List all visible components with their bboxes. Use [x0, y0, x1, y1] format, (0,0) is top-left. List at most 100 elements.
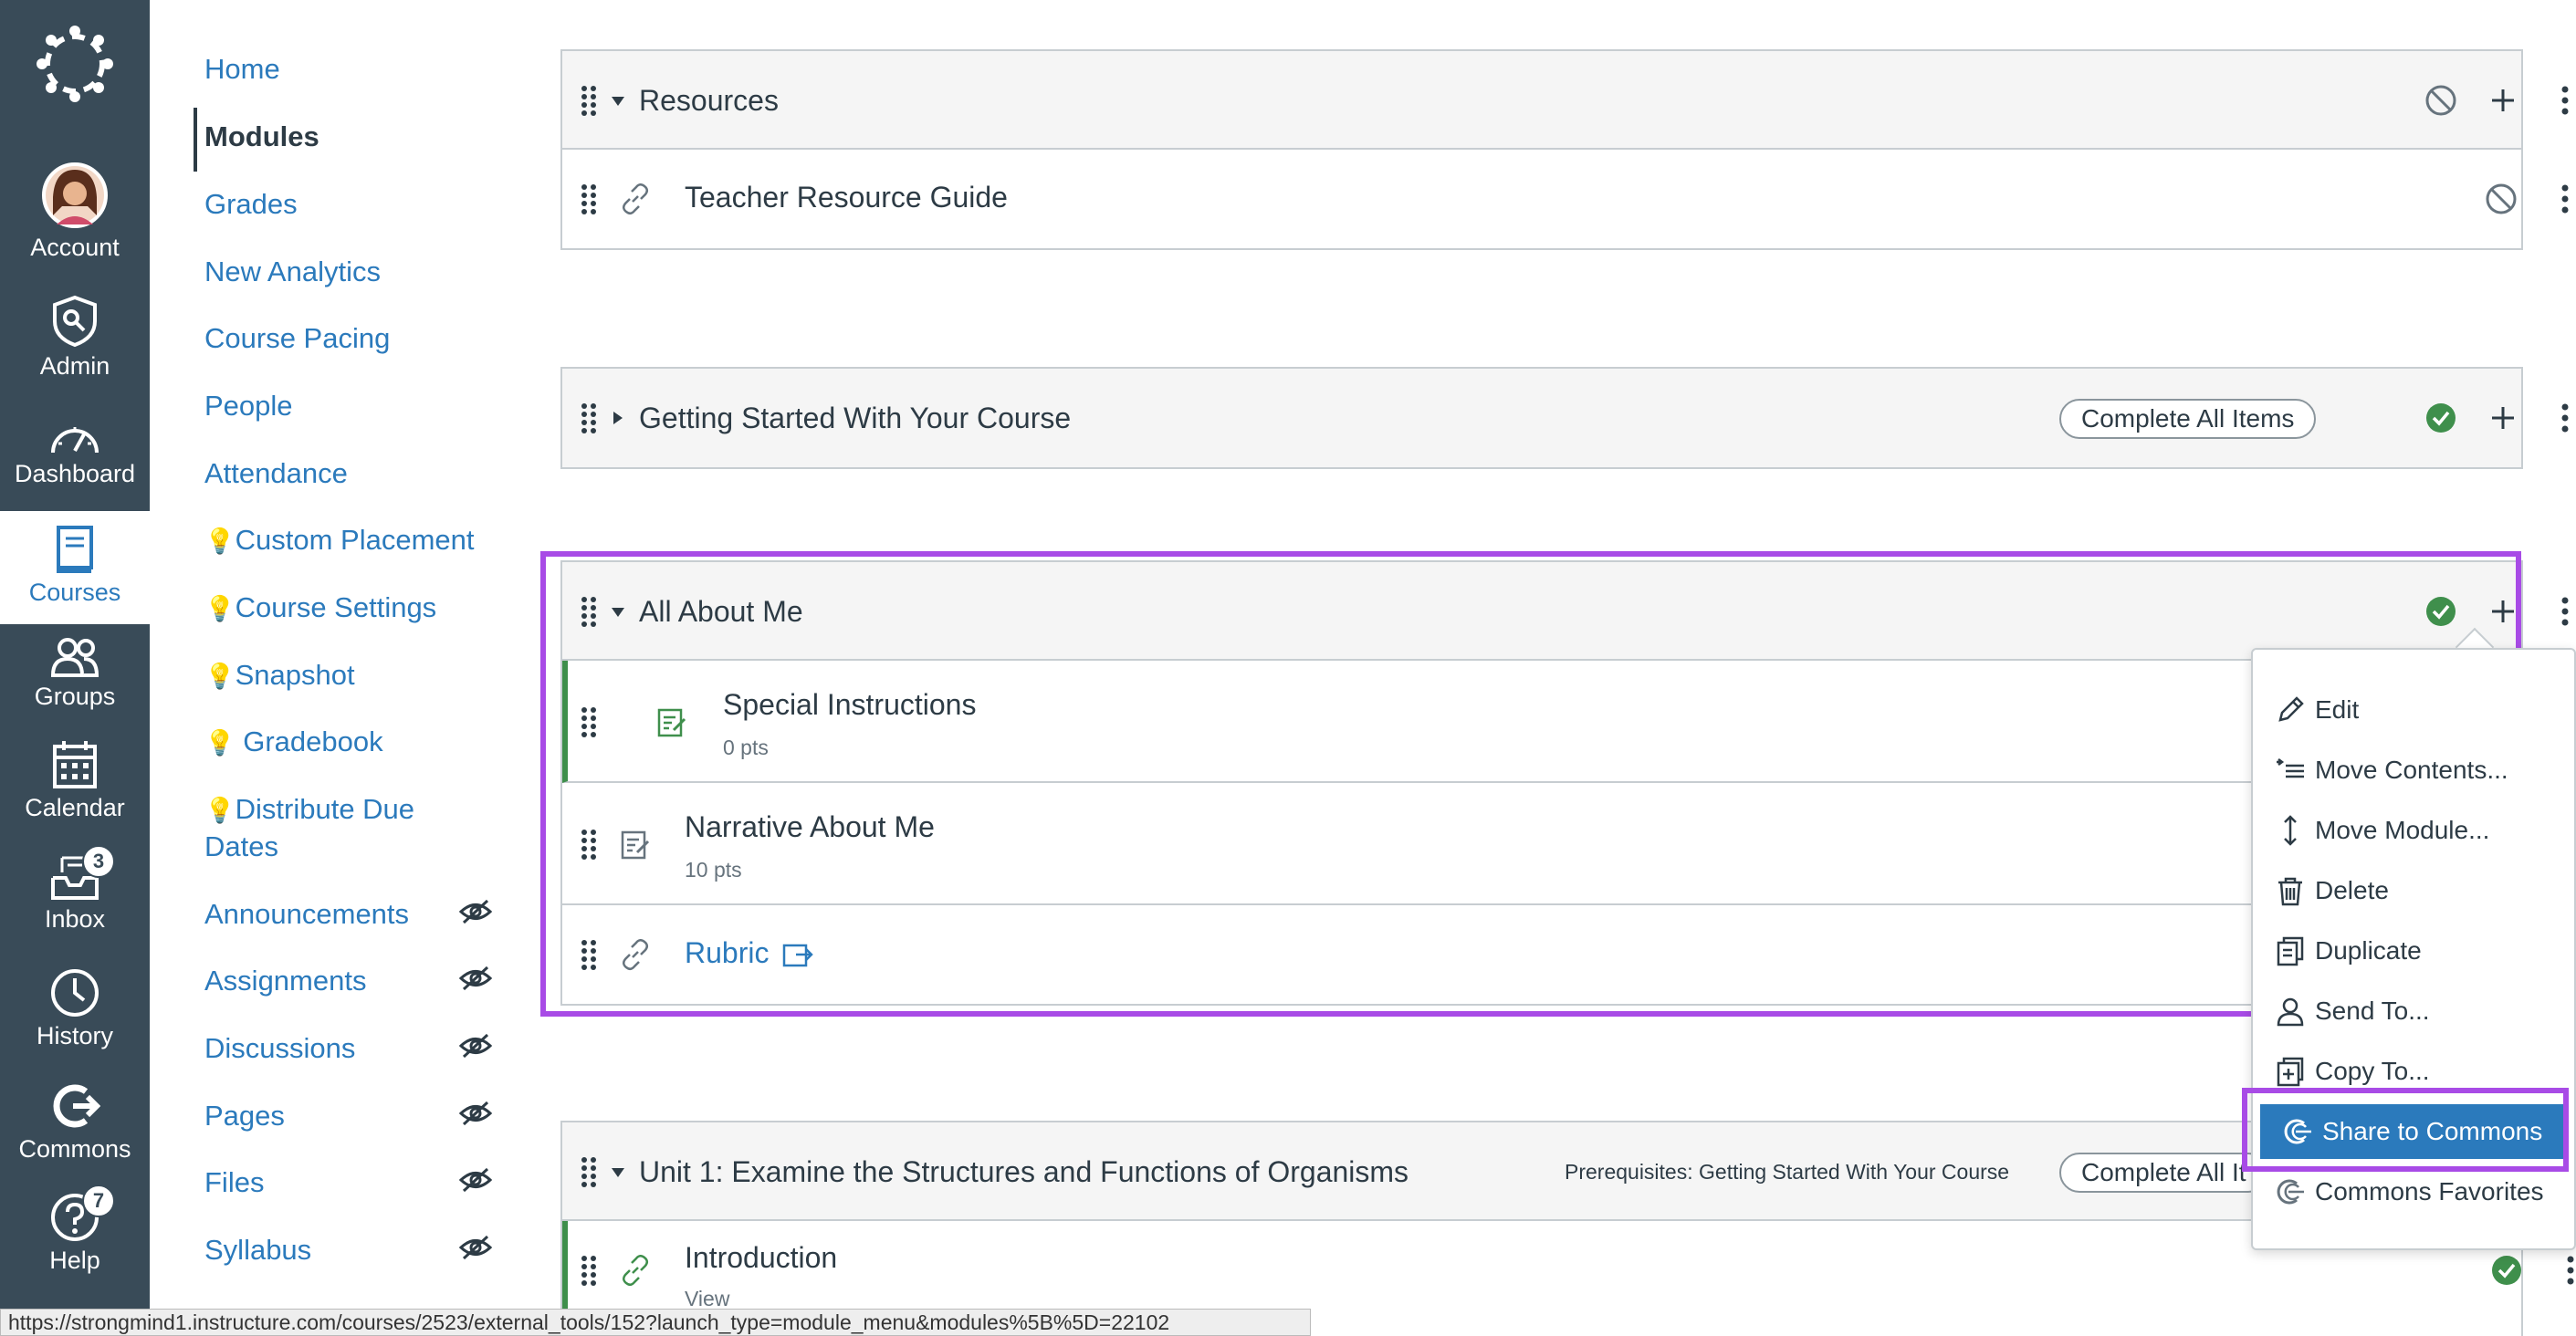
canvas-logo[interactable]	[0, 26, 150, 102]
course-nav-new-analytics[interactable]: New Analytics	[204, 254, 381, 290]
menu-item-label: Move Contents...	[2315, 756, 2508, 784]
menu-item-label: Delete	[2315, 876, 2389, 904]
lightbulb-icon: 💡	[204, 595, 236, 622]
module-getting-started: Getting Started With Your Course Complet…	[560, 367, 2569, 469]
eye-slash-icon[interactable]	[458, 1234, 493, 1261]
course-nav-custom-placement[interactable]: 💡Custom Placement	[204, 522, 475, 559]
snapshot-label: Snapshot	[235, 659, 355, 691]
course-nav-pages[interactable]: Pages	[204, 1098, 285, 1134]
course-nav-people[interactable]: People	[204, 388, 293, 424]
nav-courses-label: Courses	[28, 579, 121, 606]
highlight-box	[2242, 1088, 2569, 1172]
course-nav-gradebook[interactable]: 💡 Gradebook	[204, 724, 383, 761]
duplicate-icon	[2277, 936, 2304, 966]
book-icon	[57, 526, 93, 573]
users-icon	[50, 638, 99, 677]
drag-handle-icon[interactable]	[581, 1255, 597, 1286]
nav-dashboard[interactable]: Dashboard	[0, 416, 150, 488]
nav-courses[interactable]: Courses	[0, 511, 150, 624]
collapse-arrow-icon[interactable]	[612, 97, 624, 106]
custom-placement-label: Custom Placement	[235, 524, 475, 556]
eye-slash-icon[interactable]	[458, 1032, 493, 1059]
menu-item-edit[interactable]: Edit	[2253, 683, 2574, 737]
nav-groups[interactable]: Groups	[0, 635, 150, 711]
link-icon	[623, 183, 648, 214]
drag-handle-icon[interactable]	[581, 1156, 597, 1187]
menu-item-label: Move Module...	[2315, 816, 2490, 844]
add-item-icon[interactable]	[2485, 82, 2521, 119]
drag-handle-icon[interactable]	[581, 402, 597, 433]
nav-help[interactable]: Help	[0, 1192, 150, 1275]
course-nav-modules[interactable]: Modules	[204, 119, 319, 155]
module-title: Resources	[639, 84, 779, 117]
gradebook-label: Gradebook	[243, 725, 383, 757]
more-options-icon[interactable]	[2547, 593, 2576, 630]
menu-item-commons-favorites[interactable]: Commons Favorites	[2253, 1164, 2574, 1219]
complete-all-items-badge: Complete All Items	[2059, 399, 2317, 439]
menu-item-move-contents[interactable]: Move Contents...	[2253, 743, 2574, 798]
course-settings-label: Course Settings	[235, 591, 437, 623]
item-title[interactable]: Introduction	[685, 1241, 837, 1275]
module-item[interactable]: Teacher Resource Guide	[562, 150, 2569, 248]
add-item-icon[interactable]	[2485, 400, 2521, 436]
module-header[interactable]: Resources	[562, 51, 2569, 150]
nav-admin-label: Admin	[39, 352, 110, 380]
nav-inbox[interactable]: Inbox	[0, 852, 150, 934]
module-item[interactable]: Introduction View	[562, 1221, 2574, 1320]
nav-admin[interactable]: Admin	[0, 294, 150, 381]
nav-calendar[interactable]: Calendar	[0, 739, 150, 822]
eye-slash-icon[interactable]	[458, 1166, 493, 1194]
nav-dashboard-label: Dashboard	[14, 460, 136, 487]
collapse-arrow-icon[interactable]	[612, 1168, 624, 1177]
course-nav-distribute-due-dates[interactable]: 💡Distribute Due Dates	[204, 791, 414, 865]
published-check-icon[interactable]	[2423, 400, 2459, 436]
more-options-icon[interactable]	[2547, 181, 2576, 217]
nav-commons[interactable]: Commons	[0, 1080, 150, 1164]
eye-slash-icon[interactable]	[458, 898, 493, 925]
more-options-icon[interactable]	[2552, 1252, 2576, 1289]
course-nav-course-settings[interactable]: 💡Course Settings	[204, 590, 436, 627]
course-nav-syllabus[interactable]: Syllabus	[204, 1232, 311, 1268]
pencil-icon	[2278, 696, 2304, 722]
item-title[interactable]: Teacher Resource Guide	[685, 181, 1008, 214]
course-nav-assignments[interactable]: Assignments	[204, 963, 366, 999]
nav-history[interactable]: History	[0, 967, 150, 1050]
eye-slash-icon[interactable]	[458, 965, 493, 992]
menu-item-move-module[interactable]: Move Module...	[2253, 803, 2574, 858]
more-options-icon[interactable]	[2547, 400, 2576, 436]
course-nav-grades[interactable]: Grades	[204, 186, 298, 223]
nav-commons-label: Commons	[18, 1135, 131, 1163]
course-nav-files[interactable]: Files	[204, 1164, 264, 1201]
course-nav-course-pacing[interactable]: Course Pacing	[204, 320, 390, 357]
drag-handle-icon[interactable]	[581, 85, 597, 116]
module-prerequisites: Prerequisites: Getting Started With Your…	[1565, 1160, 2010, 1184]
module-header[interactable]: Getting Started With Your Course Complet…	[562, 369, 2569, 467]
nav-history-label: History	[36, 1022, 113, 1049]
menu-item-send-to[interactable]: Send To...	[2253, 984, 2574, 1039]
menu-item-duplicate[interactable]: Duplicate	[2253, 924, 2574, 978]
published-check-icon[interactable]	[2488, 1252, 2525, 1289]
unpublished-icon[interactable]	[2423, 82, 2459, 119]
nav-account[interactable]: Account	[0, 161, 150, 262]
eye-slash-icon[interactable]	[458, 1100, 493, 1127]
lightbulb-icon: 💡	[204, 797, 236, 824]
link-icon	[623, 1255, 648, 1286]
drag-handle-icon[interactable]	[581, 183, 597, 214]
expand-arrow-icon[interactable]	[613, 412, 623, 424]
canvas-logo-icon	[37, 26, 113, 102]
course-nav-snapshot[interactable]: 💡Snapshot	[204, 657, 355, 694]
module-title: Unit 1: Examine the Structures and Funct…	[639, 1155, 1409, 1188]
more-options-icon[interactable]	[2547, 82, 2576, 119]
browser-status-bar: https://strongmind1.instructure.com/cour…	[0, 1309, 1311, 1336]
menu-item-label: Duplicate	[2315, 936, 2422, 965]
menu-item-delete[interactable]: Delete	[2253, 863, 2574, 918]
module-header[interactable]: Unit 1: Examine the Structures and Funct…	[562, 1122, 2521, 1221]
course-nav-discussions[interactable]: Discussions	[204, 1030, 355, 1067]
course-nav-announcements[interactable]: Announcements	[204, 896, 409, 933]
course-nav-attendance[interactable]: Attendance	[204, 455, 348, 492]
move-contents-icon	[2277, 758, 2304, 778]
nav-account-label: Account	[30, 234, 120, 261]
menu-item-label: Copy To...	[2315, 1057, 2430, 1085]
unpublished-icon[interactable]	[2483, 181, 2519, 217]
course-nav-home[interactable]: Home	[204, 51, 280, 88]
